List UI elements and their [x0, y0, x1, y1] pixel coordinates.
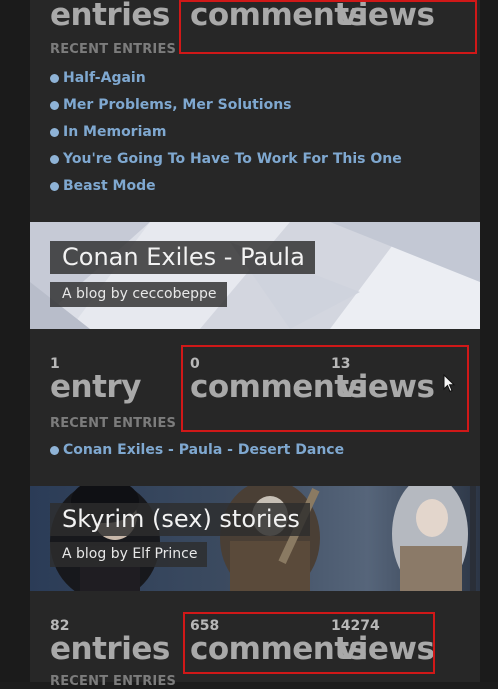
mouse-cursor-icon [443, 374, 456, 393]
blog1-entries-label: entries [50, 0, 170, 33]
entry-link-text[interactable]: In Memoriam [63, 124, 166, 140]
page-left-gutter [0, 0, 30, 682]
blog2-title[interactable]: Conan Exiles - Paula [50, 241, 315, 274]
blog3-byline: A blog by Elf Prince [50, 542, 208, 567]
bullet-icon [50, 73, 59, 83]
blog1-stats-highlight [179, 0, 477, 54]
entry-link-text[interactable]: Mer Problems, Mer Solutions [63, 97, 292, 113]
blog1-recent-entry[interactable]: In Memoriam [50, 124, 166, 140]
bullet-icon [50, 181, 59, 191]
blog3-entries-label: entries [50, 631, 170, 667]
blog1-recent-entry[interactable]: You're Going To Have To Work For This On… [50, 151, 402, 167]
blog2-banner-image [30, 222, 480, 329]
blog2-recent-entry[interactable]: Conan Exiles - Paula - Desert Dance [50, 442, 344, 458]
blog3-banner-image [30, 486, 480, 591]
blog3-title[interactable]: Skyrim (sex) stories [50, 503, 310, 536]
blog2-byline: A blog by ceccobeppe [50, 282, 227, 307]
blog2-stats-highlight [181, 345, 469, 432]
page-right-gutter [480, 0, 498, 682]
blog2-entries-label: entry [50, 369, 141, 405]
blog1-recent-entry[interactable]: Half-Again [50, 70, 146, 86]
blog2-banner[interactable] [30, 222, 480, 329]
bullet-icon [50, 127, 59, 137]
blog3-stats-highlight [183, 612, 435, 674]
entry-link-text[interactable]: Half-Again [63, 70, 146, 86]
blog2-recent-entries-heading: RECENT ENTRIES [50, 416, 177, 431]
entry-link-text[interactable]: Beast Mode [63, 178, 156, 194]
entry-link-text[interactable]: Conan Exiles - Paula - Desert Dance [63, 442, 344, 458]
bullet-icon [50, 154, 59, 164]
entry-link-text[interactable]: You're Going To Have To Work For This On… [63, 151, 402, 167]
blog1-recent-entry[interactable]: Mer Problems, Mer Solutions [50, 97, 292, 113]
bullet-icon [50, 100, 59, 110]
blog3-banner[interactable] [30, 486, 480, 591]
blog1-recent-entry[interactable]: Beast Mode [50, 178, 156, 194]
bullet-icon [50, 445, 59, 455]
blog1-recent-entries-heading: RECENT ENTRIES [50, 42, 177, 57]
